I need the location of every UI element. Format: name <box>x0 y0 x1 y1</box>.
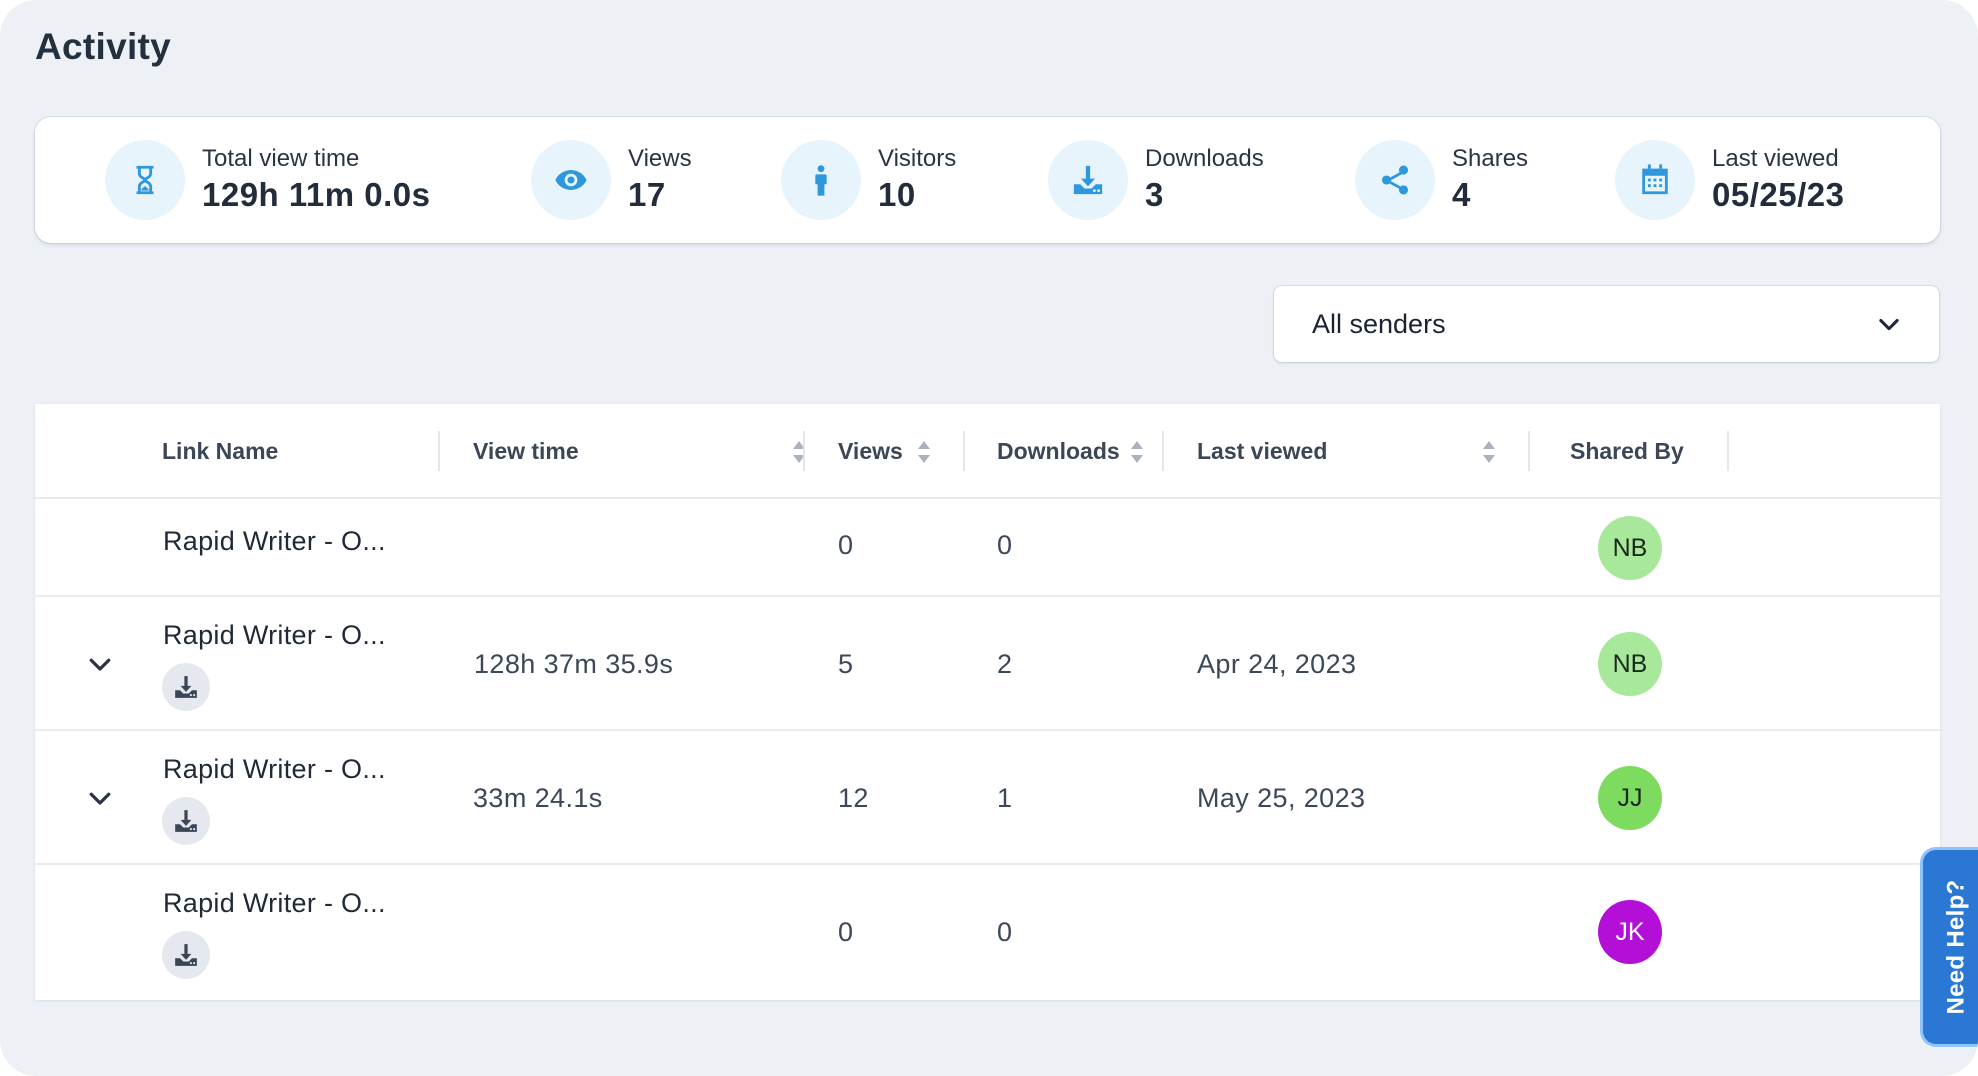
downloads-count: 0 <box>997 530 1013 560</box>
col-header-views[interactable]: Views <box>838 404 933 499</box>
column-divider <box>1727 431 1729 471</box>
stat-value: 10 <box>878 176 916 213</box>
col-label: Views <box>838 438 903 464</box>
views-count: 0 <box>838 917 854 947</box>
last-viewed-date: Apr 24, 2023 <box>1197 649 1357 679</box>
col-label: Shared By <box>1570 438 1684 464</box>
view-time: 128h 37m 35.9s <box>474 649 674 679</box>
stat-shares: Shares 4 <box>1355 140 1528 220</box>
stat-visitors: Visitors 10 <box>781 140 956 220</box>
table-row[interactable]: Rapid Writer - O... 0 0 JK <box>35 865 1940 999</box>
stat-last-viewed: Last viewed 05/25/23 <box>1615 140 1844 220</box>
column-divider <box>1162 431 1164 471</box>
downloads-count: 2 <box>997 649 1013 679</box>
table-header: Link Name View time Views Downloads Last… <box>35 404 1940 499</box>
download-icon <box>175 676 197 698</box>
sender-filter-value: All senders <box>1312 308 1446 339</box>
download-icon <box>1048 140 1128 220</box>
stat-total-view-time: Total view time 129h 11m 0.0s <box>105 140 431 220</box>
table-row[interactable]: Rapid Writer - O... 128h 37m 35.9s 5 2 A… <box>35 597 1940 731</box>
table-row[interactable]: Rapid Writer - O... 0 0 NB <box>35 499 1940 597</box>
need-help-button[interactable]: Need Help? <box>1920 847 1978 1047</box>
col-label: Last viewed <box>1197 438 1328 464</box>
sort-icon[interactable] <box>790 437 808 467</box>
sort-icon[interactable] <box>1128 437 1146 467</box>
page-title: Activity <box>35 26 172 67</box>
col-label: View time <box>473 438 579 464</box>
sort-icon[interactable] <box>1480 437 1498 467</box>
stat-value: 05/25/23 <box>1712 176 1845 213</box>
table-row[interactable]: Rapid Writer - O... 33m 24.1s 12 1 May 2… <box>35 731 1940 865</box>
stat-label: Total view time <box>202 145 360 172</box>
stat-value: 17 <box>628 176 666 213</box>
col-header-link-name: Link Name <box>162 404 278 499</box>
last-viewed-date: May 25, 2023 <box>1197 783 1366 813</box>
col-header-view-time[interactable]: View time <box>473 404 808 499</box>
link-name[interactable]: Rapid Writer - O... <box>163 526 386 557</box>
link-name[interactable]: Rapid Writer - O... <box>163 888 386 919</box>
column-divider <box>963 431 965 471</box>
links-table: Link Name View time Views Downloads Last… <box>35 404 1940 1000</box>
link-name[interactable]: Rapid Writer - O... <box>163 754 386 785</box>
calendar-icon <box>1615 140 1695 220</box>
col-label: Downloads <box>997 438 1120 464</box>
download-button[interactable] <box>162 931 210 979</box>
need-help-label: Need Help? <box>1942 879 1970 1015</box>
sort-icon[interactable] <box>915 437 933 467</box>
avatar-initials: NB <box>1612 649 1648 678</box>
avatar-initials: JJ <box>1617 783 1643 812</box>
col-header-shared-by: Shared By <box>1570 404 1684 499</box>
avatar-initials: JK <box>1615 917 1645 946</box>
column-divider <box>438 431 440 471</box>
link-name[interactable]: Rapid Writer - O... <box>163 620 386 651</box>
stat-label: Downloads <box>1145 145 1264 172</box>
person-icon <box>781 140 861 220</box>
stat-views: Views 17 <box>531 140 692 220</box>
downloads-count: 0 <box>997 917 1013 947</box>
col-label: Link Name <box>162 438 279 464</box>
eye-icon <box>531 140 611 220</box>
views-count: 12 <box>838 783 869 813</box>
stats-card: Total view time 129h 11m 0.0s Views 17 V… <box>35 117 1940 243</box>
stat-label: Last viewed <box>1712 145 1839 172</box>
chevron-down-icon <box>89 658 111 671</box>
column-divider <box>1528 431 1530 471</box>
stat-value: 3 <box>1145 176 1164 213</box>
download-icon <box>175 810 197 832</box>
chevron-down-icon <box>89 792 111 805</box>
views-count: 5 <box>838 649 854 679</box>
stat-value: 129h 11m 0.0s <box>202 176 431 213</box>
activity-panel: Activity Total view time 129h 11m 0.0s V… <box>0 0 1978 1076</box>
expand-row-button[interactable] <box>80 778 120 818</box>
hourglass-icon <box>105 140 185 220</box>
col-header-downloads[interactable]: Downloads <box>997 404 1146 499</box>
col-header-last-viewed[interactable]: Last viewed <box>1197 404 1498 499</box>
avatar: JK <box>1598 900 1662 964</box>
downloads-count: 1 <box>997 783 1013 813</box>
download-button[interactable] <box>162 663 210 711</box>
download-button[interactable] <box>162 797 210 845</box>
stat-label: Views <box>628 145 692 172</box>
avatar-initials: NB <box>1612 533 1648 562</box>
stat-label: Visitors <box>878 145 957 172</box>
views-count: 0 <box>838 530 854 560</box>
download-icon <box>175 944 197 966</box>
expand-row-button[interactable] <box>80 644 120 684</box>
chevron-down-icon <box>1879 318 1899 331</box>
share-icon <box>1355 140 1435 220</box>
avatar: NB <box>1598 516 1662 580</box>
stat-downloads: Downloads 3 <box>1048 140 1264 220</box>
sender-filter-select[interactable]: All senders <box>1274 286 1939 362</box>
avatar: JJ <box>1598 766 1662 830</box>
stat-value: 4 <box>1452 176 1471 213</box>
view-time: 33m 24.1s <box>473 783 603 813</box>
stat-label: Shares <box>1452 145 1529 172</box>
avatar: NB <box>1598 632 1662 696</box>
column-divider <box>803 431 805 471</box>
